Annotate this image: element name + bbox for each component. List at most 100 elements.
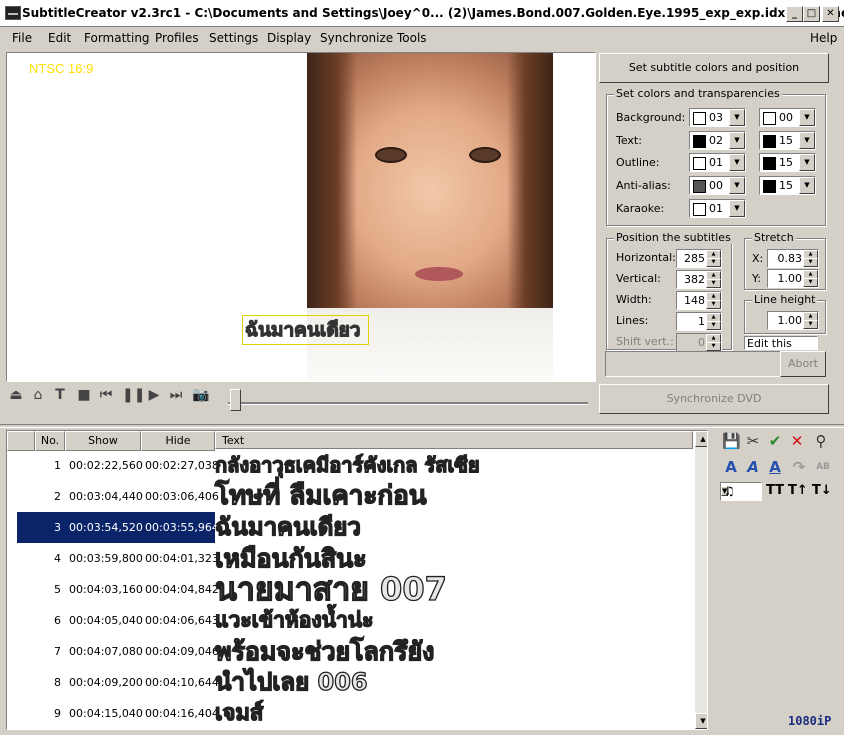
column-header-hide[interactable]: Hide [141,431,215,451]
play-icon[interactable]: ▶ [146,387,162,403]
font-size-icon[interactable]: TT [766,482,784,500]
color-combo-primary[interactable]: 01 ▼ [689,153,746,172]
column-header-no[interactable]: No. [35,431,65,451]
stretch-y-spinner[interactable]: 1.00 ▲ ▼ [767,269,819,288]
table-row[interactable]: 9 00:04:15,040 00:04:16,404 เจมส์ [7,698,697,729]
menu-display[interactable]: Display [267,31,311,45]
eject-icon[interactable]: ⏏ [8,387,24,403]
menu-tools[interactable]: Tools [397,31,427,45]
video-preview[interactable]: NTSC 16:9 ฉันมาคนเดียว [6,52,596,382]
subtitle-list[interactable]: No. Show Hide Text 1 00:02:22,560 00:02:… [6,430,708,730]
window-title: SubtitleCreator v2.3rc1 - C:\Documents a… [22,6,844,20]
table-row[interactable]: 1 00:02:22,560 00:02:27,038 กลังอาวุธเคม… [7,450,697,481]
row-hide-time: 00:03:55,964 [145,521,219,534]
chevron-down-icon[interactable]: ▼ [729,109,745,126]
close-button[interactable]: ✕ [822,6,839,22]
chevron-down-icon[interactable]: ▼ [729,200,745,217]
menu-profiles[interactable]: Profiles [155,31,199,45]
position-spinner[interactable]: 0 ▲ ▼ [676,333,722,352]
menu-settings[interactable]: Settings [209,31,258,45]
chevron-down-icon[interactable]: ▼ [729,177,745,194]
position-spinner[interactable]: 382 ▲ ▼ [676,270,722,289]
set-colors-button[interactable]: Set subtitle colors and position [599,53,829,83]
spin-down-icon[interactable]: ▼ [706,279,721,288]
chevron-down-icon[interactable]: ▼ [729,154,745,171]
abort-button[interactable]: Abort [780,351,826,377]
spin-down-icon[interactable]: ▼ [803,278,818,287]
chevron-down-icon[interactable]: ▼ [729,132,745,149]
spin-down-icon[interactable]: ▼ [706,258,721,267]
menu-formatting[interactable]: Formatting [84,31,150,45]
seek-thumb[interactable] [230,389,241,411]
splitter[interactable] [0,424,844,428]
camera-icon[interactable]: 📷 [192,387,209,403]
color-label: Karaoke: [616,202,665,215]
spin-down-icon[interactable]: ▼ [706,342,721,351]
chevron-down-icon[interactable]: ▼ [799,177,815,194]
edit-this-combo[interactable]: Edit this [744,336,818,350]
table-row[interactable]: 3 00:03:54,520 00:03:55,964 ฉันมาคนเดียว [7,512,697,543]
spin-down-icon[interactable]: ▼ [706,321,721,330]
color-combo-secondary[interactable]: 15 ▼ [759,176,816,195]
delete-icon[interactable]: ✕ [788,432,806,450]
color-combo-secondary[interactable]: 00 ▼ [759,108,816,127]
table-row[interactable]: 2 00:03:04,440 00:03:06,406 โทษที่ ลืมเค… [7,480,697,512]
table-row[interactable]: 5 00:04:03,160 00:04:04,842 นายมาสาย 007 [7,572,697,605]
seek-track[interactable] [228,402,588,405]
chevron-down-icon[interactable]: ▼ [799,154,815,171]
stop-icon[interactable]: ■ [76,387,92,403]
menu-file[interactable]: File [12,31,32,45]
color-swatch [693,135,706,148]
minimize-button[interactable]: _ [786,6,803,22]
scroll-up-icon[interactable]: ▲ [695,431,707,447]
spin-down-icon[interactable]: ▼ [803,258,818,267]
synchronize-dvd-button[interactable]: Synchronize DVD [599,384,829,414]
line-height-spinner[interactable]: 1.00 ▲ ▼ [767,311,819,330]
color-combo-primary[interactable]: 00 ▼ [689,176,746,195]
previous-icon[interactable]: ⏮ [98,387,114,403]
position-spinner[interactable]: 285 ▲ ▼ [676,249,722,268]
color-combo-secondary[interactable]: 15 ▼ [759,131,816,150]
column-header-text[interactable]: Text [215,431,693,449]
color-combo-primary[interactable]: 01 ▼ [689,199,746,218]
table-row[interactable]: 7 00:04:07,080 00:04:09,046 พร้อมจะช่วยโ… [7,636,697,667]
font-shrink-icon[interactable]: T↓ [812,482,832,500]
color-combo-primary[interactable]: 02 ▼ [689,131,746,150]
apply-icon[interactable]: ✔ [766,432,784,450]
karaoke-combo-value: ♫ [724,484,735,498]
menu-help[interactable]: Help [810,31,837,45]
column-header-show[interactable]: Show [65,431,141,451]
outline-a-icon[interactable]: A [766,458,784,476]
redo-icon[interactable]: ↷ [790,458,808,476]
font-a-icon[interactable]: A [722,458,740,476]
table-row[interactable]: 8 00:04:09,200 00:04:10,644 นำไปเลย 006 [7,667,697,698]
row-show-time: 00:03:59,800 [69,552,143,565]
save-icon[interactable]: 💾 [722,432,741,450]
next-icon[interactable]: ⏭ [168,387,184,403]
position-spinner[interactable]: 1 ▲ ▼ [676,312,722,331]
table-row[interactable]: 6 00:04:05,040 00:04:06,643 แวะเข้าห้องน… [7,605,697,636]
font-grow-icon[interactable]: T↑ [788,482,808,500]
column-header-blank [7,431,35,451]
spin-down-icon[interactable]: ▼ [706,300,721,309]
karaoke-combo[interactable]: ♫ ▼ [720,482,762,501]
home-icon[interactable]: ⌂ [30,387,46,403]
position-spinner[interactable]: 148 ▲ ▼ [676,291,722,310]
italic-a-icon[interactable]: A [744,458,762,476]
cut-icon[interactable]: ✂ [744,432,762,450]
menu-edit[interactable]: Edit [48,31,71,45]
stretch-x-spinner[interactable]: 0.83 ▲ ▼ [767,249,819,268]
replace-icon[interactable]: AB [814,458,832,476]
vertical-scrollbar[interactable]: ▲ ▼ [695,431,707,729]
find-icon[interactable]: ⚲ [812,432,830,450]
chevron-down-icon[interactable]: ▼ [799,132,815,149]
scroll-down-icon[interactable]: ▼ [695,713,707,729]
spin-down-icon[interactable]: ▼ [803,320,818,329]
color-combo-secondary[interactable]: 15 ▼ [759,153,816,172]
color-combo-primary[interactable]: 03 ▼ [689,108,746,127]
menu-synchronize[interactable]: Synchronize [320,31,393,45]
chevron-down-icon[interactable]: ▼ [799,109,815,126]
text-icon[interactable]: T [52,387,68,403]
pause-icon[interactable]: ❚❚ [122,387,145,403]
maximize-button[interactable]: □ [803,6,820,22]
